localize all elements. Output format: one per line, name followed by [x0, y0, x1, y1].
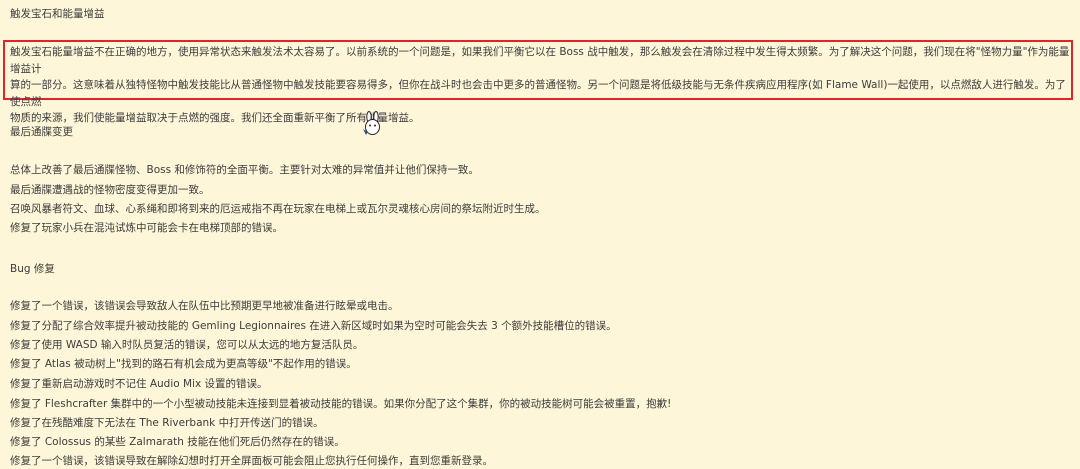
list-item: 修复了 Fleshcrafter 集群中的一个小型被动技能未连接到显着被动技能的… — [10, 398, 672, 410]
highlighted-paragraph: 触发宝石能量增益不在正确的地方，使用异常状态来触发法术太容易了。以前系统的一个问… — [10, 44, 1070, 127]
list-item: 修复了重新启动游戏时不记住 Audio Mix 设置的错误。 — [10, 378, 268, 390]
paragraph-line: 物质的来源，我们使能量增益取决于点燃的强度。我们还全面重新平衡了所有能量增益。 — [10, 112, 420, 124]
paragraph-line: 触发宝石能量增益不在正确的地方，使用异常状态来触发法术太容易了。以前系统的一个问… — [10, 46, 1070, 75]
patch-notes-page: 触发宝石和能量增益 触发宝石能量增益不在正确的地方，使用异常状态来触发法术太容易… — [0, 0, 1080, 469]
list-item: 修复了一个错误，该错误导致在解除幻想时打开全屏面板可能会阻止您执行任何操作，直到… — [10, 455, 493, 467]
list-item: 修复了玩家小兵在混沌试炼中可能会卡在电梯顶部的错误。 — [10, 222, 283, 234]
section-title-ultimatum: 最后通牒变更 — [10, 126, 73, 138]
list-item: 修复了在残酷难度下无法在 The Riverbank 中打开传送门的错误。 — [10, 417, 324, 429]
section-title-trigger-gems: 触发宝石和能量增益 — [10, 8, 105, 20]
section-title-bug-fixes: Bug 修复 — [10, 263, 55, 275]
list-item: 修复了 Atlas 被动树上"找到的路石有机会成为更高等级"不起作用的错误。 — [10, 358, 357, 370]
list-item: 召唤风暴者符文、血球、心系绳和即将到来的厄运戒指不再在玩家在电梯上或瓦尔灵魂核心… — [10, 203, 546, 215]
list-item: 最后通牒遭遇战的怪物密度变得更加一致。 — [10, 184, 210, 196]
list-item: 修复了使用 WASD 输入时队员复活的错误，您可以从太远的地方复活队员。 — [10, 339, 364, 351]
list-item: 修复了 Colossus 的某些 Zalmarath 技能在他们死后仍然存在的错… — [10, 436, 345, 448]
paragraph-line: 算的一部分。这意味着从独特怪物中触发技能比从普通怪物中触发技能要容易得多，但你在… — [10, 79, 1066, 108]
bunny-cursor-icon — [360, 111, 386, 137]
list-item: 修复了分配了综合效率提升被动技能的 Gemling Legionnaires 在… — [10, 320, 617, 332]
list-item: 总体上改善了最后通牒怪物、Boss 和修饰符的全面平衡。主要针对太难的异常值并让… — [10, 164, 479, 176]
list-item: 修复了一个错误，该错误会导致敌人在队伍中比预期更早地被准备进行眩晕或电击。 — [10, 300, 399, 312]
